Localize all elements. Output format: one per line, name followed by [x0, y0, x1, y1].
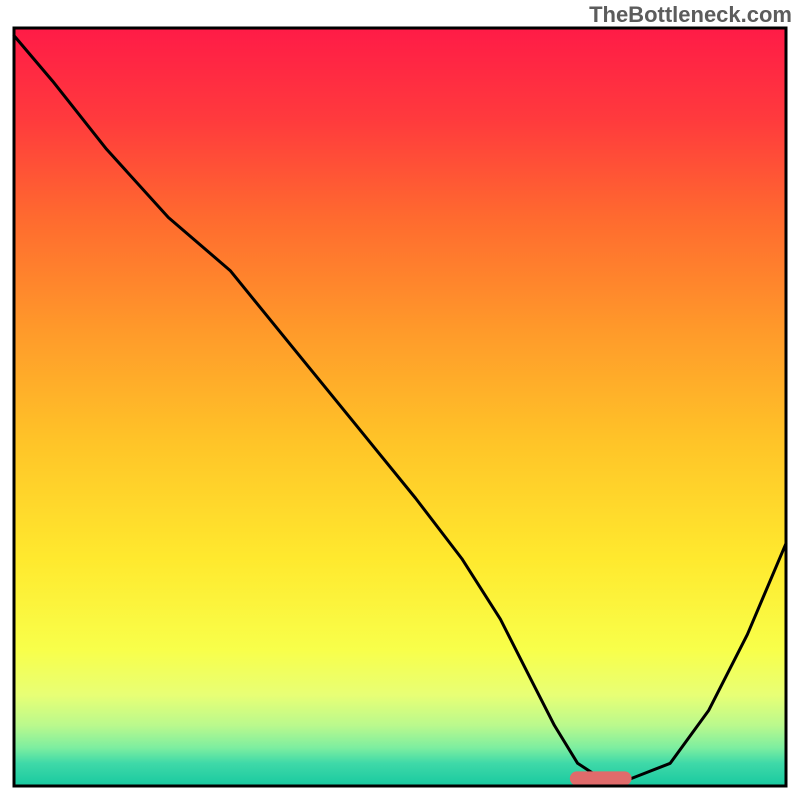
chart-background: [14, 28, 786, 786]
watermark-text: TheBottleneck.com: [589, 2, 792, 28]
optimal-range-marker: [570, 771, 632, 785]
bottleneck-chart: [0, 0, 800, 800]
chart-container: TheBottleneck.com: [0, 0, 800, 800]
